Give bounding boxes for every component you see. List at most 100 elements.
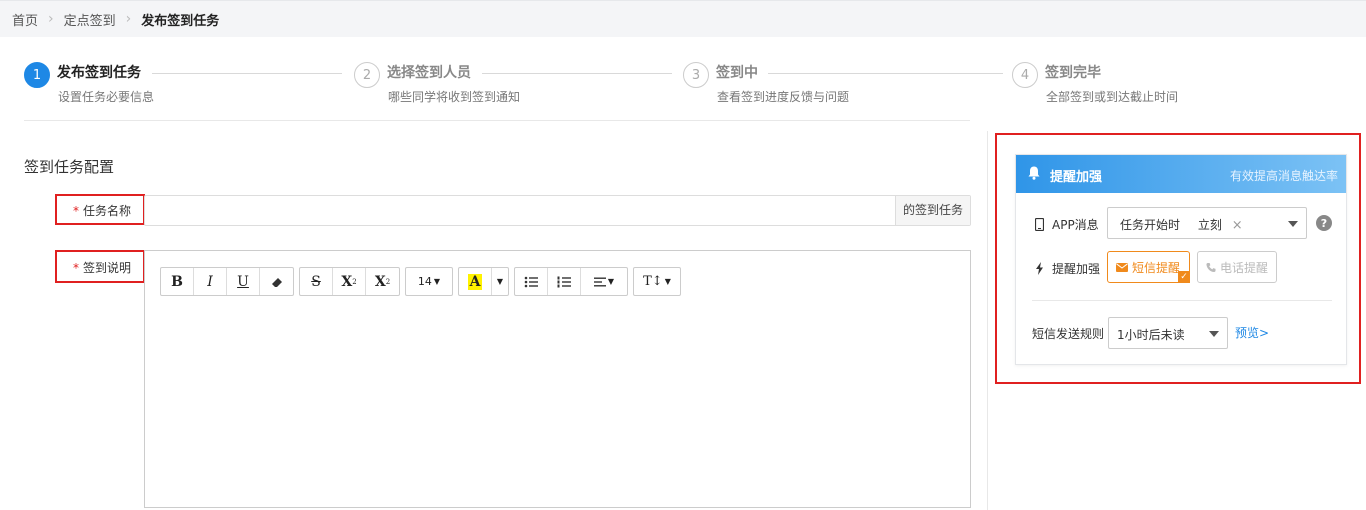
strikethrough-button[interactable]: S — [300, 268, 333, 295]
breadcrumb: 首页 › 定点签到 › 发布签到任务 — [0, 0, 1366, 37]
subscript-button[interactable]: X2 — [366, 268, 399, 295]
enhance-label: 提醒加强 — [1032, 260, 1100, 277]
reminder-header: 提醒加强 有效提高消息触达率 — [1016, 155, 1346, 193]
app-message-label-text: APP消息 — [1052, 218, 1099, 232]
step-number: 4 — [1012, 62, 1038, 88]
help-icon[interactable]: ? — [1316, 215, 1332, 231]
step-number: 1 — [24, 62, 50, 88]
sms-reminder-label: 短信提醒 — [1132, 260, 1181, 275]
task-name-suffix: 的签到任务 — [894, 196, 970, 225]
step-1: 1 发布签到任务 设置任务必要信息 — [24, 60, 354, 120]
text-size-icon: T↕ — [643, 274, 663, 289]
font-color-button[interactable]: A — [459, 268, 492, 295]
bullet-list-icon — [524, 276, 538, 287]
step-title: 选择签到人员 — [387, 65, 471, 81]
section-title: 签到任务配置 — [24, 158, 115, 176]
app-message-select-value: 任务开始时 立刻 × — [1120, 216, 1243, 233]
close-icon[interactable]: × — [1232, 218, 1243, 233]
step-title: 签到完毕 — [1045, 65, 1101, 81]
sms-rule-value: 1小时后未读 — [1117, 328, 1185, 342]
step-title: 签到中 — [716, 65, 758, 81]
task-name-label-text: 任务名称 — [83, 204, 132, 218]
superscript-label: X — [341, 273, 353, 290]
chevron-down-icon — [1209, 331, 1219, 337]
font-size-select[interactable]: 14 ▼ — [406, 268, 452, 295]
step-desc: 全部签到或到达截止时间 — [1046, 90, 1179, 104]
step-connector — [482, 73, 672, 74]
envelope-icon — [1116, 262, 1128, 272]
phone-reminder-button[interactable]: 电话提醒 — [1197, 251, 1277, 283]
required-mark: * — [73, 204, 79, 218]
chevron-right-icon: › — [125, 11, 132, 27]
sms-rule-label: 短信发送规则 — [1032, 327, 1105, 341]
bold-button[interactable]: B — [161, 268, 194, 295]
superscript-mark: 2 — [352, 277, 357, 286]
task-name-label: * 任务名称 — [73, 202, 131, 219]
breadcrumb-current: 发布签到任务 — [141, 13, 220, 29]
step-desc: 查看签到进度反馈与问题 — [717, 90, 850, 104]
caret-down-icon: ▼ — [496, 277, 504, 286]
rich-text-editor[interactable]: B I U S X2 X2 14 ▼ A ▼ ▼ T↕ ▼ — [144, 250, 971, 508]
progress-steps: 1 发布签到任务 设置任务必要信息 2 选择签到人员 哪些同学将收到签到通知 3… — [24, 60, 1342, 120]
toolbar-group-format: B I U — [160, 267, 294, 296]
lightning-icon — [1032, 262, 1046, 276]
phone-icon — [1032, 218, 1046, 232]
step-title: 发布签到任务 — [57, 65, 141, 81]
toolbar-group-color: A ▼ — [458, 267, 509, 296]
app-message-select[interactable]: 任务开始时 立刻 × — [1107, 207, 1307, 239]
step-4: 4 签到完毕 全部签到或到达截止时间 — [1012, 60, 1342, 120]
reminder-subtitle: 有效提高消息触达率 — [1229, 169, 1338, 183]
step-number: 2 — [354, 62, 380, 88]
bell-icon — [1028, 166, 1040, 180]
step-desc: 设置任务必要信息 — [58, 90, 155, 104]
divider — [24, 120, 970, 121]
chevron-right-icon: › — [48, 11, 54, 27]
reminder-title: 提醒加强 — [1050, 170, 1103, 185]
eraser-icon — [271, 277, 282, 287]
toolbar-group-list: ▼ — [514, 267, 628, 296]
sms-rule-select[interactable]: 1小时后未读 — [1108, 317, 1228, 349]
subscript-label: X — [374, 273, 386, 290]
chevron-down-icon — [1288, 221, 1298, 227]
step-2: 2 选择签到人员 哪些同学将收到签到通知 — [354, 60, 684, 120]
font-color-icon: A — [467, 273, 483, 290]
step-connector — [152, 73, 342, 74]
check-icon: ✓ — [1178, 271, 1190, 283]
font-size-value: 14 — [417, 275, 432, 288]
toolbar-group-textsize: T↕ ▼ — [633, 267, 681, 296]
italic-button[interactable]: I — [194, 268, 227, 295]
vertical-divider — [987, 131, 988, 510]
sms-reminder-button[interactable]: 短信提醒 ✓ — [1107, 251, 1190, 283]
align-select[interactable]: ▼ — [581, 268, 627, 295]
step-desc: 哪些同学将收到签到通知 — [388, 90, 521, 104]
bullet-list-button[interactable] — [515, 268, 548, 295]
preview-link[interactable]: 预览> — [1235, 324, 1269, 341]
breadcrumb-home[interactable]: 首页 — [12, 10, 38, 29]
editor-toolbar: B I U S X2 X2 14 ▼ A ▼ ▼ T↕ ▼ — [160, 267, 686, 296]
numbered-list-icon — [557, 276, 571, 287]
breadcrumb-checkin[interactable]: 定点签到 — [64, 10, 116, 29]
caret-down-icon: ▼ — [664, 277, 671, 286]
underline-button[interactable]: U — [227, 268, 260, 295]
divider — [1032, 300, 1332, 301]
toolbar-group-size: 14 ▼ — [405, 267, 453, 296]
required-mark: * — [73, 261, 79, 275]
description-label: * 签到说明 — [73, 259, 131, 276]
superscript-button[interactable]: X2 — [333, 268, 366, 295]
app-message-tag: 立刻 — [1197, 218, 1222, 232]
font-color-dropdown[interactable]: ▼ — [492, 268, 508, 295]
app-message-timing: 任务开始时 — [1120, 218, 1181, 232]
caret-down-icon: ▼ — [433, 277, 441, 286]
reminder-panel: 提醒加强 有效提高消息触达率 APP消息 任务开始时 立刻 × ? 提醒加强 短… — [1015, 154, 1347, 365]
numbered-list-button[interactable] — [548, 268, 581, 295]
align-left-icon — [593, 277, 606, 286]
step-number: 3 — [683, 62, 709, 88]
line-height-select[interactable]: T↕ ▼ — [634, 268, 680, 295]
task-name-input[interactable]: 的签到任务 — [144, 195, 971, 226]
step-3: 3 签到中 查看签到进度反馈与问题 — [683, 60, 1013, 120]
enhance-label-text: 提醒加强 — [1052, 262, 1101, 276]
description-label-text: 签到说明 — [83, 261, 132, 275]
eraser-button[interactable] — [260, 268, 293, 295]
phone-reminder-label: 电话提醒 — [1219, 260, 1268, 275]
subscript-mark: 2 — [385, 277, 391, 286]
